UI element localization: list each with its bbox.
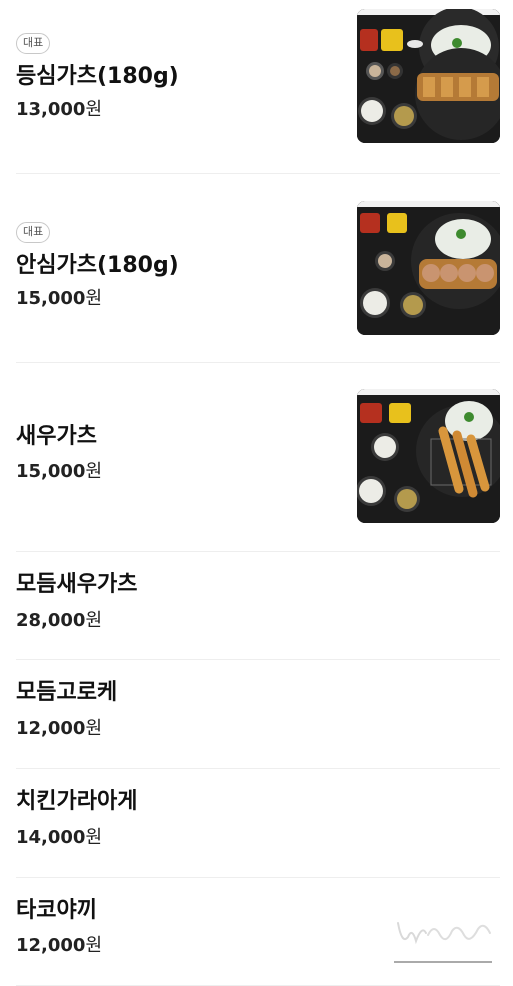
price-value: 14,000 [16,827,86,848]
menu-item-name: 모듬새우가츠 [16,572,138,597]
menu-item-price: 14,000원 [16,826,102,850]
menu-item-name: 새우가츠 [16,424,97,449]
price-currency: 원 [85,718,103,739]
menu-item[interactable]: 대표 등심가츠(180g) 13,000원 [16,0,500,174]
menu-item-price: 13,000원 [16,98,102,122]
menu-item-price: 15,000원 [16,287,102,311]
watermark-logo [392,915,496,965]
menu-item-price: 12,000원 [16,934,102,958]
menu-item[interactable]: 치킨가라아게 14,000원 [16,769,500,878]
menu-item-photo[interactable] [357,9,500,143]
price-value: 13,000 [16,99,86,120]
menu-item-price: 28,000원 [16,609,102,633]
menu-item-name: 등심가츠(180g) [16,64,179,89]
price-currency: 원 [85,935,103,956]
menu-list: 대표 등심가츠(180g) 13,000원 대표 안심가츠(180g) 15,0… [16,0,500,986]
price-currency: 원 [85,827,103,848]
menu-item[interactable]: 대표 안심가츠(180g) 15,000원 [16,174,500,363]
price-currency: 원 [85,99,103,120]
menu-item-price: 15,000원 [16,460,102,484]
price-value: 15,000 [16,288,86,309]
tonkatsu-set-photo [357,9,500,143]
menu-item[interactable]: 모듬새우가츠 28,000원 [16,552,500,660]
menu-item-photo[interactable] [357,201,500,335]
price-currency: 원 [85,288,103,309]
shrimp-katsu-set-photo [357,389,500,523]
menu-item[interactable]: 모듬고로케 12,000원 [16,660,500,769]
signature-badge: 대표 [16,222,51,243]
price-value: 12,000 [16,935,86,956]
menu-item-name: 치킨가라아게 [16,789,138,814]
menu-item-photo[interactable] [357,389,500,523]
menu-item-name: 타코야끼 [16,898,97,923]
tenderloin-katsu-set-photo [357,201,500,335]
price-currency: 원 [85,610,103,631]
menu-item-name: 모듬고로케 [16,680,118,705]
menu-item[interactable]: 새우가츠 15,000원 [16,363,500,552]
price-value: 28,000 [16,610,86,631]
menu-item-name: 안심가츠(180g) [16,253,179,278]
menu-item-price: 12,000원 [16,717,102,741]
signature-badge: 대표 [16,33,51,54]
price-value: 15,000 [16,461,86,482]
price-currency: 원 [85,461,103,482]
price-value: 12,000 [16,718,86,739]
